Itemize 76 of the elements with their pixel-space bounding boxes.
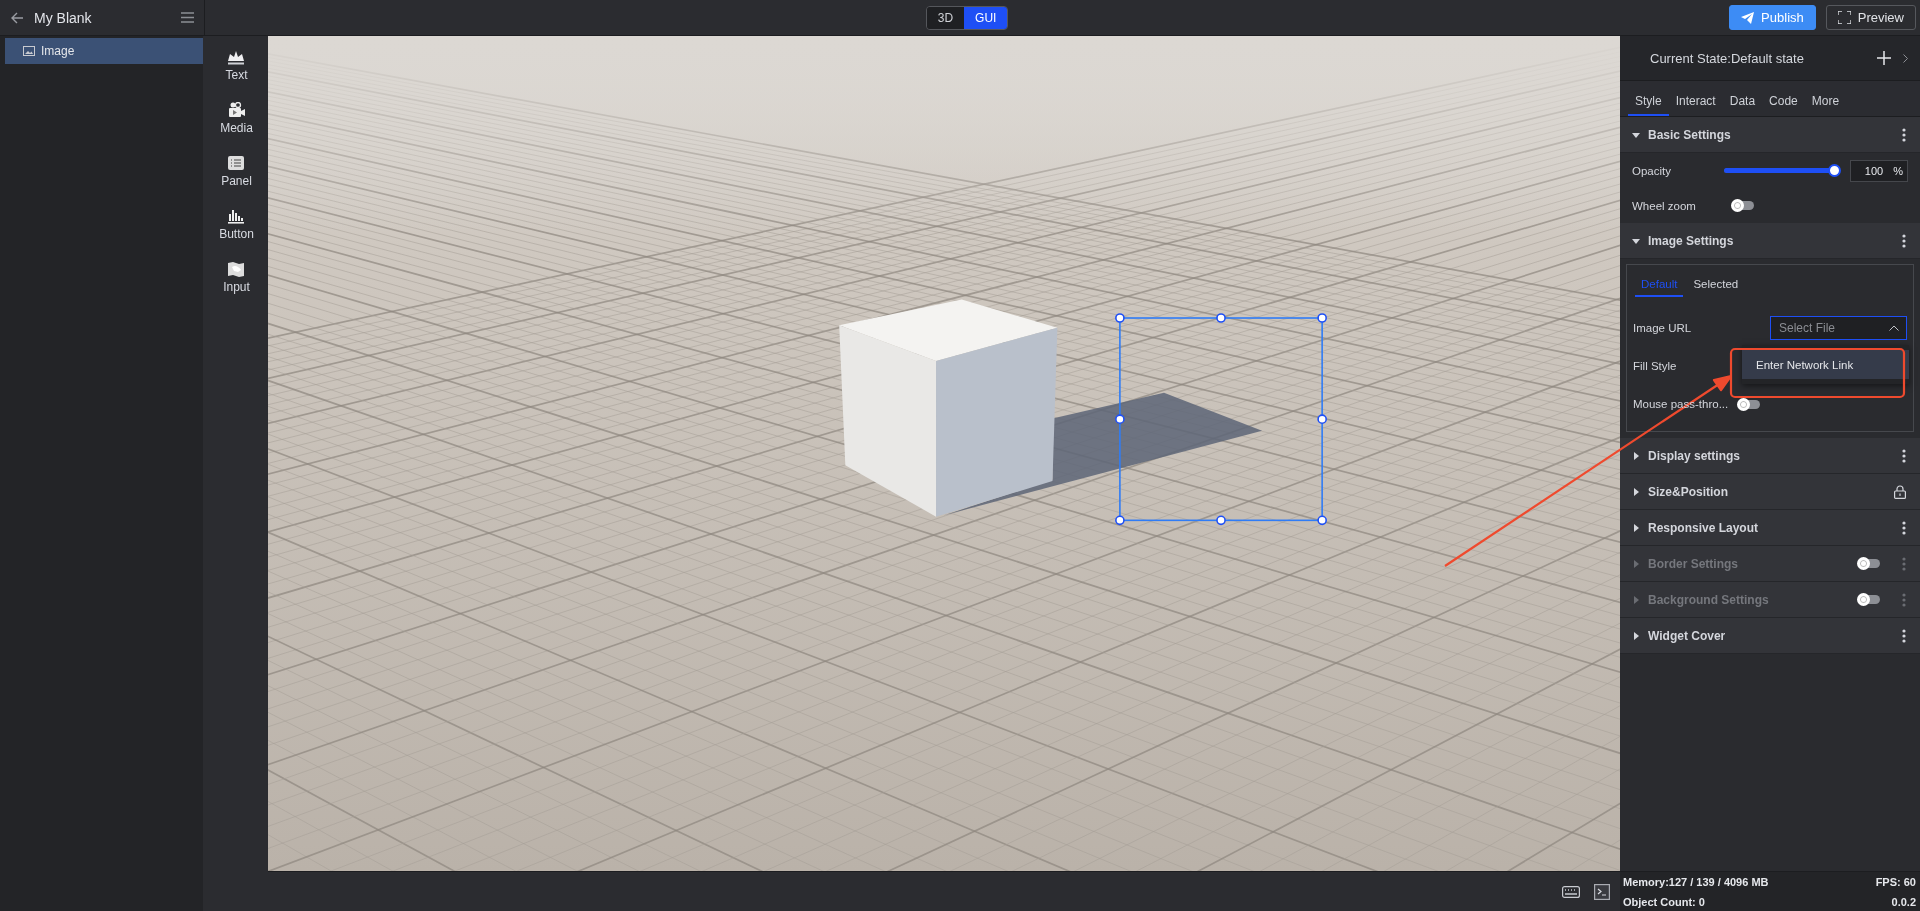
fps-counter: FPS: 60 <box>1875 875 1916 888</box>
keyboard-icon[interactable] <box>1562 885 1580 898</box>
field-label: Wheel zoom <box>1632 199 1697 212</box>
caret-icon <box>1632 451 1640 460</box>
widget-button[interactable]: Button <box>219 208 254 241</box>
section-title: Border Settings <box>1648 556 1739 571</box>
section-header[interactable]: Basic Settings <box>1620 117 1920 153</box>
fullscreen-icon <box>1837 11 1851 24</box>
field-label: Image URL <box>1633 322 1693 334</box>
more-menu-icon[interactable] <box>1902 628 1906 643</box>
more-menu-icon[interactable] <box>1902 233 1906 248</box>
memory-usage: Memory:127 / 139 / 4096 MB <box>1623 875 1770 888</box>
more-menu-icon[interactable] <box>1902 520 1906 535</box>
widget-button[interactable]: Text <box>225 50 248 82</box>
section-title: Background Settings <box>1648 592 1770 607</box>
field-label: Fill Style <box>1633 360 1678 372</box>
widget-button[interactable]: Input <box>223 261 250 294</box>
opacity-value: 100 <box>1864 164 1884 177</box>
section-header[interactable]: Size&Position <box>1620 474 1920 510</box>
section-title: Size&Position <box>1648 484 1729 499</box>
field-label: Opacity <box>1632 164 1672 177</box>
lock-icon[interactable] <box>1894 484 1906 499</box>
inspector-tab[interactable]: More <box>1804 81 1847 116</box>
toggle-switch[interactable] <box>1732 201 1754 210</box>
section-title: Responsive Layout <box>1648 520 1760 535</box>
section-header[interactable]: Widget Cover <box>1620 618 1920 654</box>
caret-icon <box>1632 487 1640 496</box>
crown-icon <box>227 50 246 65</box>
version-label: 0.0.2 <box>1890 895 1916 908</box>
send-icon <box>1741 11 1755 24</box>
section-header[interactable]: Responsive Layout <box>1620 510 1920 546</box>
image-url-select[interactable]: Select File <box>1770 316 1907 340</box>
section-title: Display settings <box>1648 448 1742 463</box>
inspector-tab[interactable]: Data <box>1722 81 1763 116</box>
widget-button[interactable]: Panel <box>221 155 252 188</box>
toggle-switch[interactable] <box>1738 399 1761 409</box>
caret-icon <box>1632 523 1640 532</box>
map-icon <box>227 261 246 277</box>
caret-icon <box>1632 595 1640 604</box>
chevron-right-icon[interactable] <box>1903 53 1908 63</box>
object-count: Object Count: 0 <box>1623 895 1706 908</box>
video-camera-icon <box>227 102 246 118</box>
section-title: Image Settings <box>1648 233 1735 248</box>
slider-thumb[interactable] <box>1827 164 1841 177</box>
image-icon <box>23 46 35 56</box>
section-header[interactable]: Display settings <box>1620 438 1920 474</box>
opacity-input[interactable]: 100 % <box>1849 159 1908 182</box>
more-menu-icon[interactable] <box>1902 448 1906 463</box>
view-mode-tab[interactable]: 3D <box>926 6 965 29</box>
view-mode-tab[interactable]: GUI <box>964 6 1008 29</box>
project-title: My Blank <box>34 9 93 26</box>
current-state-label: Current State:Default state <box>1650 50 1805 66</box>
terminal-icon[interactable] <box>1594 883 1610 900</box>
bar-chart-icon <box>227 208 246 224</box>
dropdown-option[interactable]: Enter Network Link <box>1742 350 1909 379</box>
layer-item[interactable]: Image <box>5 38 203 64</box>
section-title: Basic Settings <box>1648 127 1732 142</box>
selection-box[interactable] <box>1115 313 1327 526</box>
caret-icon <box>1632 130 1640 139</box>
back-arrow-icon[interactable] <box>10 10 24 25</box>
preview-button[interactable]: Preview <box>1825 5 1916 30</box>
caret-icon <box>1632 559 1640 568</box>
caret-icon <box>1632 631 1640 640</box>
more-menu-icon[interactable] <box>1902 127 1906 142</box>
section-header[interactable]: Image Settings <box>1620 223 1920 259</box>
add-icon[interactable] <box>1877 51 1891 65</box>
section-title: Widget Cover <box>1648 628 1727 643</box>
inspector-tab[interactable]: Code <box>1762 81 1805 116</box>
state-tab[interactable]: Selected <box>1687 273 1745 297</box>
caret-icon <box>1632 236 1640 245</box>
menu-icon[interactable] <box>181 12 194 23</box>
inspector-tab[interactable]: Interact <box>1668 81 1723 116</box>
chevron-up-icon[interactable] <box>1889 325 1899 331</box>
widget-button[interactable]: Media <box>220 102 253 135</box>
unit-label: % <box>1893 164 1903 177</box>
list-panel-icon <box>227 155 246 171</box>
